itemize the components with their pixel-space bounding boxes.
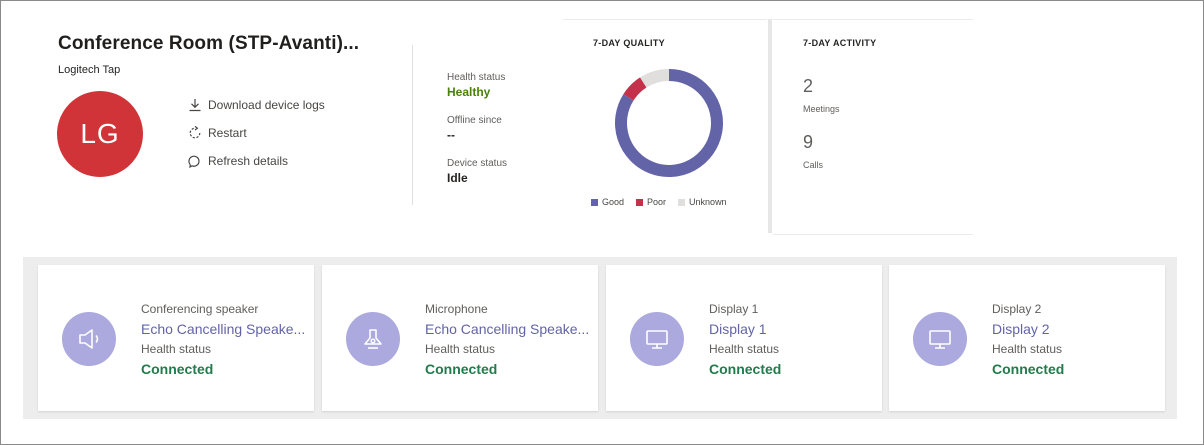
download-logs-button[interactable]: Download device logs [186, 91, 325, 119]
legend-good: Good [591, 197, 624, 207]
device-title: Conference Room (STP-Avanti)... [58, 33, 360, 54]
legend-label-unknown: Unknown [689, 197, 727, 207]
peripherals-strip: Conferencing speaker Echo Cancelling Spe… [23, 257, 1177, 419]
quality-card: 7-DAY QUALITY Good Poor Unknown [563, 19, 767, 234]
avatar-initials: LG [80, 118, 120, 149]
peripheral-name-link[interactable]: Echo Cancelling Speake... [141, 321, 309, 337]
legend-swatch-unknown [678, 198, 686, 206]
activity-card: 7-DAY ACTIVITY 2 Meetings 9 Calls [773, 19, 973, 235]
restart-button[interactable]: Restart [186, 119, 325, 147]
peripheral-name-link[interactable]: Display 2 [992, 321, 1160, 337]
monitor-icon [630, 312, 684, 366]
peripheral-card-microphone[interactable]: Microphone Echo Cancelling Speake... Hea… [322, 265, 598, 411]
peripheral-health-value: Connected [425, 361, 498, 377]
device-status-label: Device status [447, 158, 508, 169]
calls-label: Calls [803, 160, 824, 170]
device-actions: Download device logs Restart Refresh det… [186, 91, 325, 175]
peripheral-type: Display 1 [709, 302, 759, 316]
header-divider [412, 45, 413, 205]
peripheral-name-link[interactable]: Echo Cancelling Speake... [425, 321, 593, 337]
peripheral-name-link[interactable]: Display 1 [709, 321, 877, 337]
calls-count: 9 [803, 132, 814, 152]
peripheral-type: Conferencing speaker [141, 302, 259, 316]
peripheral-health-label: Health status [425, 342, 496, 356]
restart-label: Restart [208, 126, 247, 140]
quality-donut-chart [615, 69, 723, 177]
monitor-icon [913, 312, 967, 366]
download-logs-label: Download device logs [208, 98, 325, 112]
refresh-icon [186, 152, 204, 170]
device-model: Logitech Tap [58, 64, 121, 76]
device-status-value: Idle [447, 171, 468, 185]
legend-swatch-good [591, 198, 598, 206]
peripheral-health-label: Health status [141, 342, 212, 356]
download-icon [186, 96, 204, 114]
peripheral-health-value: Connected [992, 361, 1065, 377]
legend-poor: Poor [636, 197, 666, 207]
peripheral-type: Microphone [425, 302, 488, 316]
peripheral-health-value: Connected [141, 361, 214, 377]
device-status-panel: Health status Healthy Offline since -- D… [447, 72, 507, 201]
meetings-label: Meetings [803, 104, 840, 114]
meetings-count: 2 [803, 76, 814, 96]
refresh-details-label: Refresh details [208, 154, 289, 168]
device-details-frame: Conference Room (STP-Avanti)... Logitech… [0, 0, 1204, 445]
offline-since-label: Offline since [447, 115, 502, 126]
peripheral-type: Display 2 [992, 302, 1042, 316]
restart-icon [186, 124, 204, 142]
card-separator [768, 19, 772, 233]
activity-heading: 7-DAY ACTIVITY [803, 38, 877, 48]
offline-since-value: -- [447, 128, 455, 142]
refresh-details-button[interactable]: Refresh details [186, 147, 325, 175]
legend-label-poor: Poor [647, 197, 667, 207]
legend-swatch-poor [636, 198, 644, 206]
speaker-icon [62, 312, 116, 366]
peripheral-health-value: Connected [709, 361, 782, 377]
donut-slice-unknown [640, 69, 670, 88]
quality-legend: Good Poor Unknown [591, 197, 727, 207]
peripheral-card-display-2[interactable]: Display 2 Display 2 Health status Connec… [889, 265, 1165, 411]
donut-slice-poor [623, 77, 647, 101]
quality-heading: 7-DAY QUALITY [593, 38, 665, 48]
health-status-label: Health status [447, 72, 506, 83]
device-avatar: LG [57, 91, 143, 177]
peripheral-card-speaker[interactable]: Conferencing speaker Echo Cancelling Spe… [38, 265, 314, 411]
peripheral-health-label: Health status [709, 342, 780, 356]
legend-label-good: Good [602, 197, 625, 207]
peripheral-card-display-1[interactable]: Display 1 Display 1 Health status Connec… [606, 265, 882, 411]
microphone-icon [346, 312, 400, 366]
peripheral-health-label: Health status [992, 342, 1063, 356]
legend-unknown: Unknown [678, 197, 727, 207]
health-status-value: Healthy [447, 85, 491, 99]
